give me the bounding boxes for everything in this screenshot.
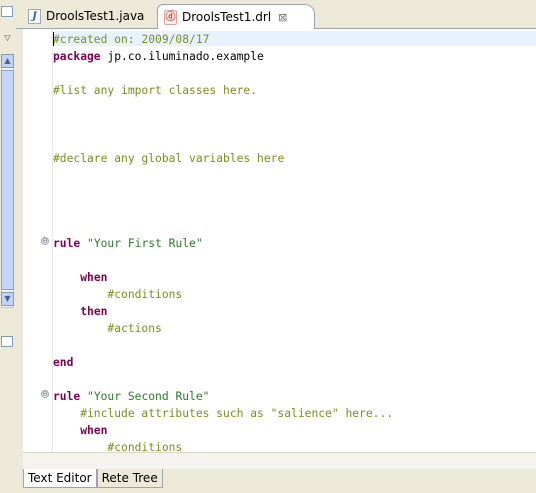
tab-rete-tree[interactable]: Rete Tree — [96, 469, 163, 488]
restore-view-icon[interactable] — [1, 6, 13, 17]
keyword-token: then — [80, 305, 108, 318]
tab-droolstest1-java[interactable]: J DroolsTest1.java — [22, 5, 152, 27]
code-line[interactable] — [53, 116, 393, 133]
keyword-token: when — [80, 271, 108, 284]
code-line[interactable]: #created on: 2009/08/17 — [53, 31, 393, 48]
comment-token: #list any import classes here. — [53, 84, 258, 97]
drools-file-icon: ⓓ — [164, 9, 177, 25]
keyword-token: rule — [53, 390, 81, 403]
code-line[interactable]: when — [53, 269, 393, 286]
tab-droolstest1-drl[interactable]: ⓓ DroolsTest1.drl ⊠ — [157, 4, 315, 29]
code-line[interactable]: end — [53, 354, 393, 371]
code-line[interactable] — [53, 371, 393, 388]
code-line[interactable]: #list any import classes here. — [53, 82, 393, 99]
fold-collapse-icon[interactable]: ⊖ — [41, 390, 49, 398]
code-line[interactable] — [53, 252, 393, 269]
editor-bottom-area: Text Editor Rete Tree — [0, 452, 536, 493]
string-token: "Your Second Rule" — [87, 390, 210, 403]
code-line[interactable] — [53, 201, 393, 218]
tab-text-editor[interactable]: Text Editor — [23, 469, 97, 488]
code-line[interactable]: #conditions — [53, 286, 393, 303]
code-token: jp.co.iluminado.example — [100, 50, 264, 63]
java-file-icon: J — [28, 8, 41, 24]
code-line[interactable]: package jp.co.iluminado.example — [53, 48, 393, 65]
keyword-token: rule — [53, 237, 81, 250]
comment-token: #created on: 2009/08/17 — [53, 33, 210, 46]
code-line[interactable]: #actions — [53, 320, 393, 337]
scroll-up-arrow-icon[interactable]: ▲ — [1, 54, 14, 68]
annotation-ruler — [23, 29, 32, 452]
comment-token: #conditions — [53, 288, 183, 301]
code-line[interactable] — [53, 133, 393, 150]
close-tab-icon[interactable]: ⊠ — [278, 11, 287, 24]
keyword-token: end — [53, 356, 74, 369]
code-line[interactable] — [53, 337, 393, 354]
tab-label: DroolsTest1.java — [46, 9, 145, 23]
string-token: "Your First Rule" — [87, 237, 203, 250]
code-line[interactable] — [53, 184, 393, 201]
comment-token: #declare any global variables here — [53, 152, 285, 165]
code-line[interactable]: rule "Your Second Rule" — [53, 388, 393, 405]
code-editor[interactable]: ⊖ ⊖ #created on: 2009/08/17 package jp.co… — [23, 29, 536, 454]
code-text[interactable]: #created on: 2009/08/17 package jp.co.ilu… — [53, 31, 393, 456]
scroll-thumb[interactable] — [1, 70, 14, 290]
editor-tab-bar: J DroolsTest1.java ⓓ DroolsTest1.drl ⊠ — [16, 0, 536, 29]
scroll-down-arrow-icon[interactable]: ▼ — [1, 292, 14, 306]
keyword-token: when — [80, 424, 108, 437]
code-line[interactable]: then — [53, 303, 393, 320]
code-line[interactable] — [53, 167, 393, 184]
code-line[interactable]: #include attributes such as "salience" h… — [53, 405, 393, 422]
view-menu-chevron-icon[interactable]: ▽ — [1, 32, 14, 46]
tab-label: DroolsTest1.drl — [182, 10, 272, 24]
code-line[interactable]: when — [53, 422, 393, 439]
fold-collapse-icon[interactable]: ⊖ — [41, 237, 49, 245]
keyword-token: package — [53, 50, 101, 63]
code-line[interactable] — [53, 218, 393, 235]
editor-page-tabs: Text Editor Rete Tree — [23, 469, 163, 488]
comment-token: #actions — [53, 322, 162, 335]
left-side-panel: ▽ ▲ ▼ — [0, 0, 16, 493]
text-caret — [53, 32, 54, 46]
restore-view-icon-2[interactable] — [1, 336, 13, 347]
code-line[interactable] — [53, 65, 393, 82]
code-line[interactable]: rule "Your First Rule" — [53, 235, 393, 252]
comment-token: #include attributes such as "salience" h… — [53, 407, 394, 420]
code-line[interactable] — [53, 99, 393, 116]
code-line[interactable]: #declare any global variables here — [53, 150, 393, 167]
horizontal-scrollbar[interactable] — [23, 452, 536, 469]
